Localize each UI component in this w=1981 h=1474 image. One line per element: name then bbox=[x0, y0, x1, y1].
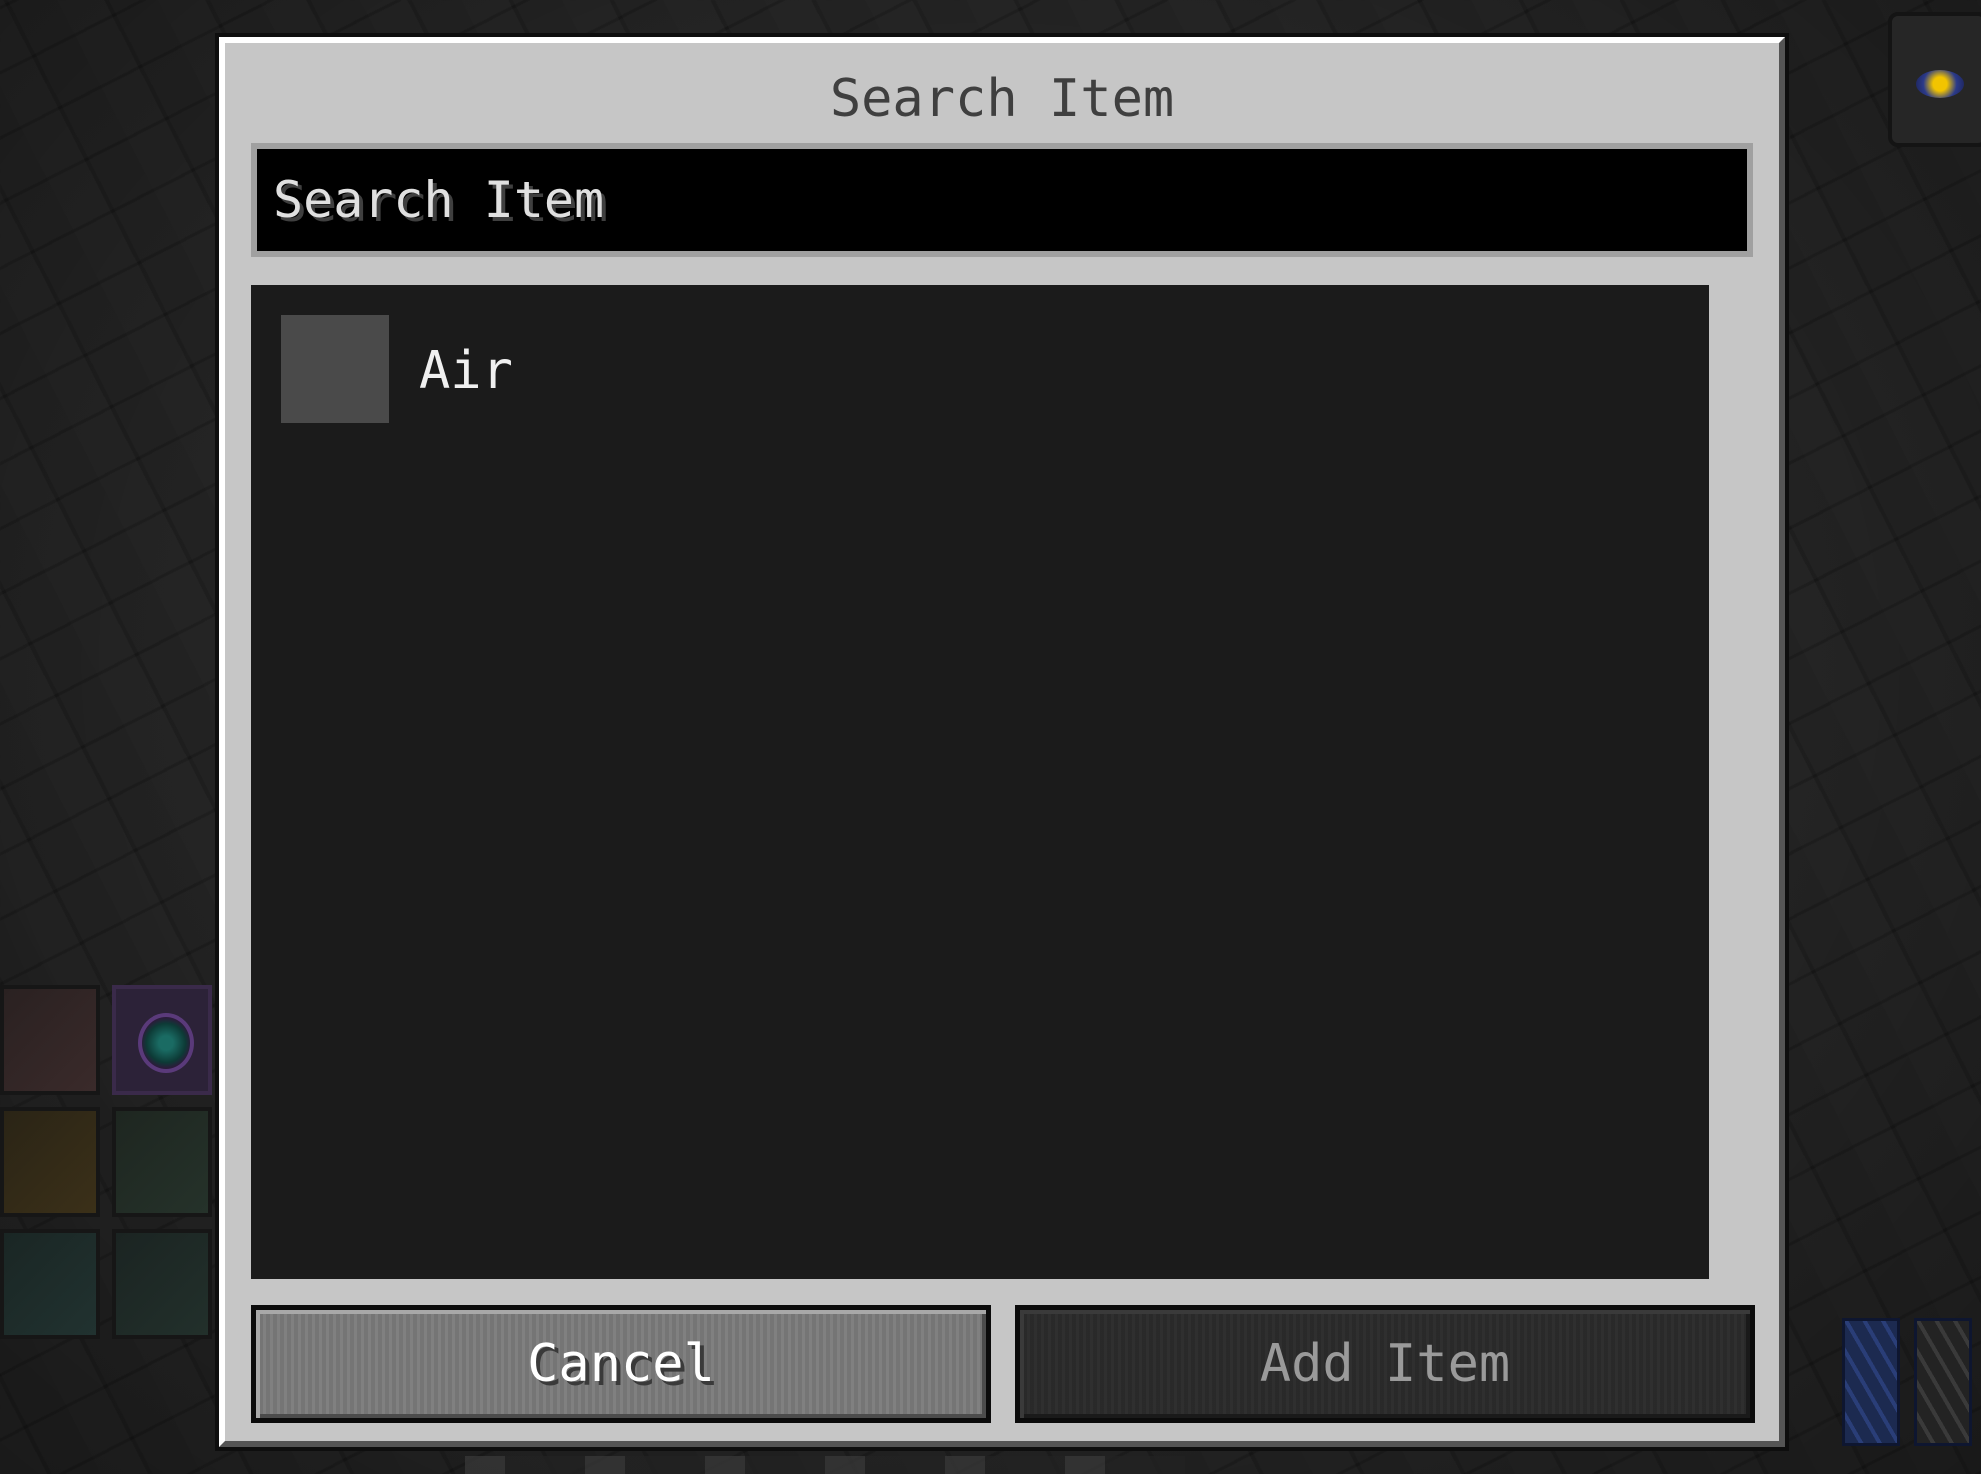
hud-strip bbox=[465, 1456, 1185, 1474]
corner-slot bbox=[1888, 12, 1981, 147]
eye-icon bbox=[1916, 70, 1964, 98]
inventory-slot bbox=[0, 1229, 100, 1339]
inventory-slot bbox=[112, 1229, 212, 1339]
results-list: Air bbox=[251, 285, 1709, 1279]
inventory-slot bbox=[112, 985, 212, 1095]
cancel-button[interactable]: Cancel bbox=[251, 1305, 991, 1423]
inventory-slots bbox=[0, 985, 216, 1345]
armor-slot bbox=[1842, 1318, 1900, 1446]
add-item-button[interactable]: Add Item bbox=[1015, 1305, 1755, 1423]
ender-eye-icon bbox=[138, 1013, 194, 1073]
inventory-slot bbox=[0, 1107, 100, 1217]
item-label: Air bbox=[419, 341, 513, 401]
search-item-dialog: Search Item Air Cancel Add Item bbox=[219, 37, 1785, 1447]
inventory-slot bbox=[112, 1107, 212, 1217]
dialog-title: Search Item bbox=[829, 69, 1175, 129]
search-input[interactable] bbox=[257, 149, 1747, 251]
inventory-slot bbox=[0, 985, 100, 1095]
list-item[interactable]: Air bbox=[251, 285, 1709, 433]
armor-slot bbox=[1914, 1318, 1972, 1446]
empty-item-icon bbox=[281, 315, 389, 423]
search-box[interactable] bbox=[251, 143, 1753, 257]
